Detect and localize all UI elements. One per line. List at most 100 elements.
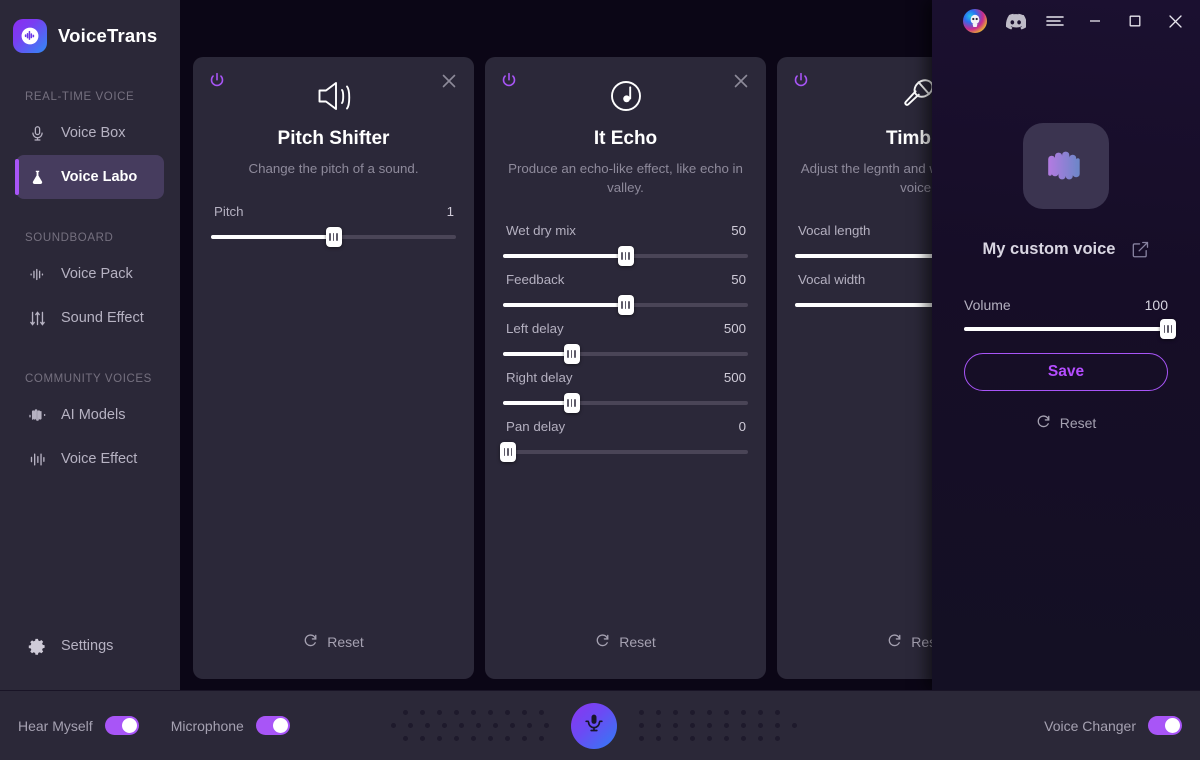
slider-group: Wet dry mix 50 Feedback 50 Left delay 50… [499, 223, 748, 462]
slider-fill [503, 401, 572, 405]
slider-wet-dry-mix: Wet dry mix 50 [503, 223, 748, 266]
slider-thumb[interactable] [617, 246, 634, 266]
minimize-icon[interactable] [1078, 4, 1112, 38]
panel-reset-button[interactable]: Reset [964, 414, 1168, 432]
voice-changer-group: Voice Changer [1044, 716, 1200, 735]
voice-changer-toggle[interactable] [1148, 716, 1182, 735]
hear-myself-label: Hear Myself [18, 717, 93, 734]
power-icon[interactable] [207, 71, 227, 91]
slider-fill [795, 303, 947, 307]
volume-slider-track[interactable] [964, 319, 1176, 339]
dot-row [639, 723, 797, 728]
sidebar-item-voice-box[interactable]: Voice Box [16, 111, 164, 155]
sidebar-item-ai-models[interactable]: AI Models [16, 393, 164, 437]
slider-right-delay: Right delay 500 [503, 370, 748, 413]
slider-track[interactable] [211, 227, 456, 247]
bottom-bar-left: Hear Myself Microphone [0, 716, 290, 735]
sidebar-item-label: Voice Labo [61, 169, 138, 185]
slider-label: Pan delay [506, 419, 566, 434]
edit-icon[interactable] [1132, 241, 1149, 258]
speaker-icon [211, 57, 456, 113]
slider-track[interactable] [503, 393, 748, 413]
microphone-toggle[interactable] [255, 716, 290, 735]
mic-button[interactable] [571, 702, 617, 749]
sidebar-item-sound-effect[interactable]: Sound Effect [16, 296, 164, 340]
slider-value: 0 [738, 419, 746, 434]
voice-name-row: My custom voice [964, 240, 1168, 259]
power-icon[interactable] [499, 71, 519, 91]
waveform-icon [26, 266, 48, 283]
sidebar-item-label: Voice Pack [61, 266, 133, 282]
slider-fill [503, 352, 572, 356]
volume-slider-thumb[interactable] [1160, 319, 1176, 339]
slider-label: Right delay [506, 370, 573, 385]
slider-value: 500 [723, 321, 746, 336]
user-avatar[interactable] [958, 4, 992, 38]
discord-icon[interactable] [998, 4, 1032, 38]
microphone-label: Microphone [170, 717, 244, 734]
app-body: VoiceTrans REAL-TIME VOICE Voice Box Voi… [0, 0, 1200, 690]
dot-row [391, 723, 549, 728]
sidebar-item-label: Voice Effect [61, 451, 138, 467]
slider-track[interactable] [503, 295, 748, 315]
close-icon[interactable] [1158, 4, 1192, 38]
dotfield-left [391, 710, 549, 741]
slider-group: Pitch 1 [211, 204, 456, 247]
slider-left-delay: Left delay 500 [503, 321, 748, 364]
microphone-icon [26, 125, 48, 142]
slider-thumb[interactable] [325, 227, 342, 247]
effect-card-pitch-shifter: Pitch Shifter Change the pitch of a soun… [193, 57, 474, 679]
sidebar-item-settings[interactable]: Settings [16, 624, 164, 668]
hear-myself-group: Hear Myself [18, 716, 139, 735]
slider-track[interactable] [503, 344, 748, 364]
sidebar-item-voice-pack[interactable]: Voice Pack [16, 252, 164, 296]
card-reset-button[interactable]: Reset [193, 633, 474, 651]
close-icon[interactable] [438, 70, 460, 92]
hear-myself-toggle[interactable] [104, 716, 139, 735]
slider-track[interactable] [499, 442, 748, 462]
sidebar-item-voice-effect[interactable]: Voice Effect [16, 437, 164, 481]
slider-fill [211, 235, 334, 239]
volume-header: Volume 100 [964, 297, 1168, 313]
sidebar-item-label: AI Models [61, 407, 126, 423]
slider-thumb[interactable] [563, 393, 580, 413]
dot-row [639, 710, 797, 715]
flask-icon [26, 169, 48, 186]
volume-slider-fill [964, 327, 1168, 331]
slider-pitch: Pitch 1 [211, 204, 456, 247]
card-reset-label: Reset [619, 634, 656, 650]
slider-label: Wet dry mix [506, 223, 576, 238]
close-icon[interactable] [730, 70, 752, 92]
slider-thumb[interactable] [563, 344, 580, 364]
dot-row [403, 736, 549, 741]
maximize-icon[interactable] [1118, 4, 1152, 38]
slider-feedback: Feedback 50 [503, 272, 748, 315]
slider-thumb[interactable] [617, 295, 634, 315]
refresh-icon [1036, 414, 1051, 432]
dot-row [639, 736, 797, 741]
toggle-knob [1165, 718, 1180, 733]
toggle-knob [121, 718, 137, 733]
card-title: Pitch Shifter [277, 128, 390, 149]
slider-track[interactable] [503, 246, 748, 266]
microphone-icon [584, 712, 604, 739]
echo-note-icon [503, 57, 748, 113]
slider-label: Pitch [214, 204, 244, 219]
sidebar-item-voice-labo[interactable]: Voice Labo [15, 155, 164, 199]
menu-icon[interactable] [1038, 4, 1072, 38]
slider-thumb[interactable] [499, 442, 516, 462]
slider-fill [795, 254, 947, 258]
card-reset-button[interactable]: Reset [485, 633, 766, 651]
volume-label: Volume [964, 297, 1011, 313]
voicetrans-window: VoiceTrans REAL-TIME VOICE Voice Box Voi… [0, 0, 1200, 760]
save-button-label: Save [1047, 363, 1085, 380]
voice-wave-icon [1023, 123, 1109, 209]
power-icon[interactable] [791, 71, 811, 91]
voicetrans-logo-icon [13, 19, 47, 53]
dotfield-right [639, 710, 797, 741]
save-button[interactable]: Save [964, 353, 1168, 391]
card-title: It Echo [593, 128, 658, 149]
voice-name: My custom voice [982, 240, 1116, 258]
card-reset-label: Reset [327, 634, 364, 650]
dot-row [403, 710, 549, 715]
